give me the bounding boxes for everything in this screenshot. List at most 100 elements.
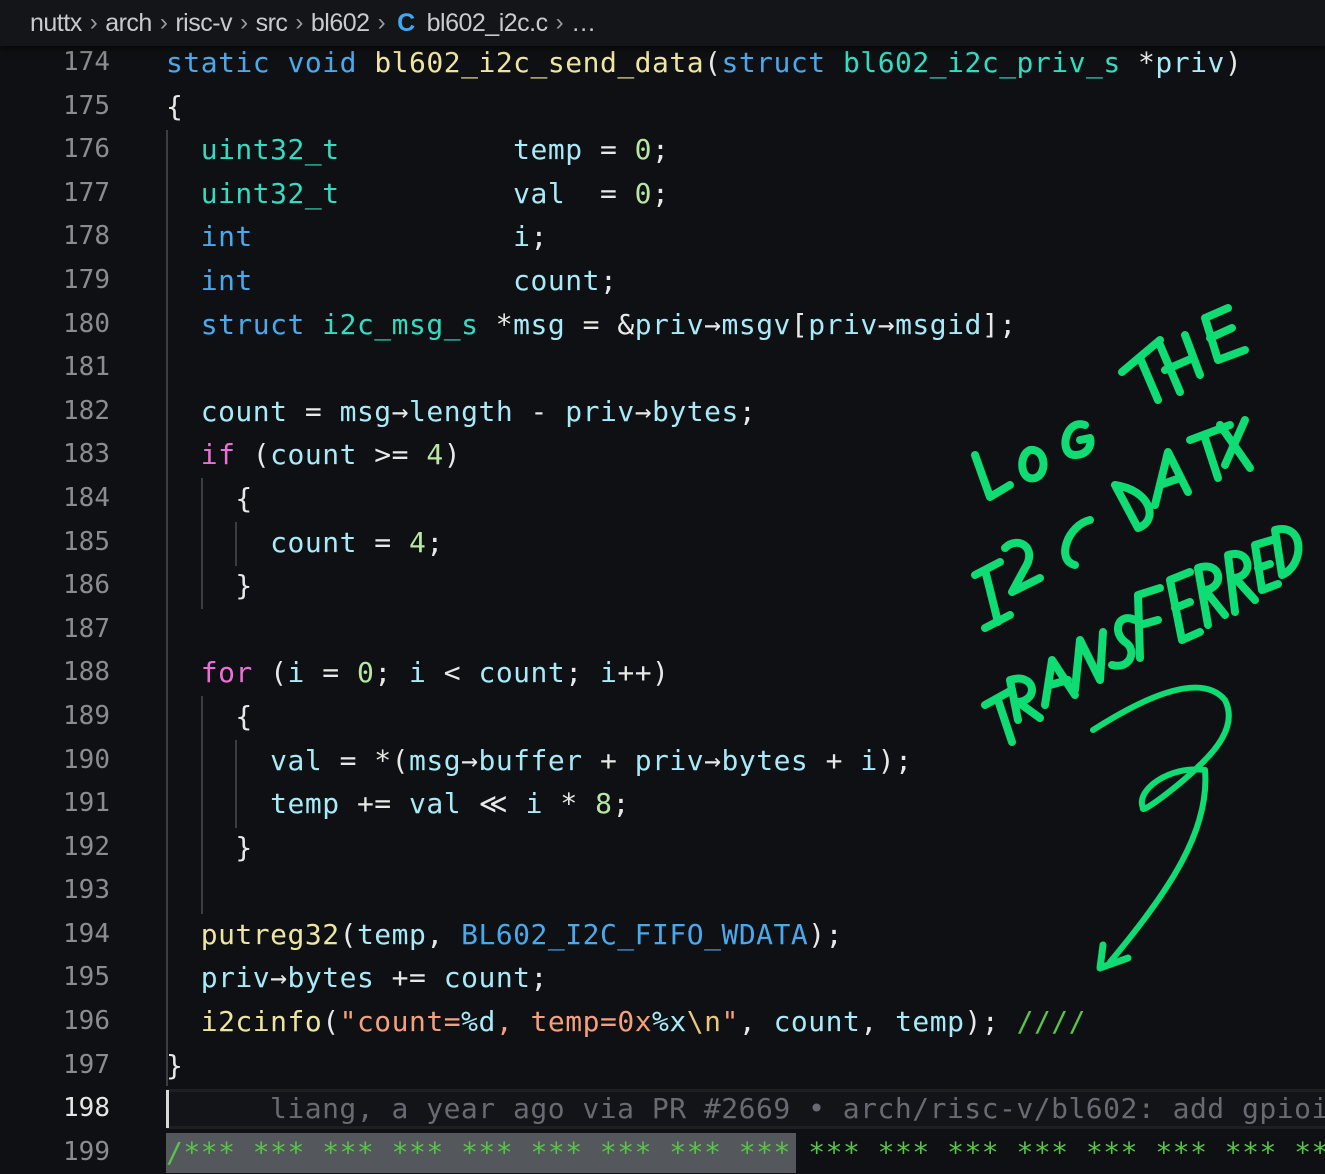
code-token-pun: * [543, 787, 596, 821]
code-line[interactable]: 190 val = *(msg→buffer + priv→bytes + i)… [0, 739, 1325, 783]
breadcrumb-item[interactable]: bl602 [311, 9, 370, 38]
line-number: 182 [63, 395, 110, 426]
code-token-pun: - [513, 394, 566, 428]
code-line[interactable]: 185 count = 4; [0, 521, 1325, 565]
code-token-pun: ( [252, 656, 288, 690]
code-token-pun: ); [964, 1005, 1017, 1039]
code-token-var: val [513, 176, 566, 210]
code-token-pun [166, 961, 201, 994]
code-token-pun [166, 526, 270, 559]
line-number: 176 [63, 134, 110, 165]
line-number: 192 [63, 831, 110, 862]
line-number: 183 [63, 439, 110, 470]
code-line[interactable]: 179 int count; [0, 259, 1325, 303]
code-text: } [166, 1044, 183, 1088]
code-line[interactable]: 196 i2cinfo("count=%d, temp=0x%x\n", cou… [0, 1000, 1325, 1044]
code-text: uint32_t temp = 0; [166, 128, 669, 172]
code-line[interactable]: 181 [0, 346, 1325, 390]
code-token-var: temp [895, 1005, 965, 1039]
indent-guide [201, 478, 203, 609]
code-token-pun: , [860, 1005, 896, 1039]
code-line[interactable]: 176 uint32_t temp = 0; [0, 128, 1325, 172]
chevron-right-icon: › [240, 9, 248, 36]
code-line[interactable]: 178 int i; [0, 215, 1325, 259]
code-token-pun: ( [322, 1005, 340, 1039]
code-token-pun: += [374, 961, 444, 995]
code-line[interactable]: 195 priv→bytes += count; [0, 956, 1325, 1000]
code-token-ty: bl602_i2c_priv_s [842, 46, 1121, 79]
code-token-var: count [478, 656, 566, 690]
breadcrumb-item[interactable]: nuttx [30, 9, 82, 38]
code-line[interactable]: 174 static void bl602_i2c_send_data(struc… [0, 41, 1325, 85]
code-token-pun: ++) [617, 656, 670, 690]
breadcrumb-item[interactable]: arch [105, 9, 152, 38]
code-token-var: count [773, 1005, 861, 1039]
code-token-var: count [443, 961, 531, 995]
code-token-pun: , [738, 1005, 774, 1039]
code-token-pun: >= [356, 438, 427, 472]
code-token-num: 4 [409, 525, 427, 559]
code-token-var: length [409, 394, 514, 428]
code-token-num: 0 [634, 133, 653, 167]
code-line[interactable]: 182 count = msg→length - priv→bytes; [0, 390, 1325, 434]
code-token-pun [166, 656, 201, 689]
code-line[interactable]: 193 [0, 869, 1325, 913]
code-token-var: i [409, 656, 427, 690]
code-token-pun: * [478, 307, 514, 341]
code-line[interactable]: 175 { [0, 85, 1325, 129]
code-token-pun: } [166, 569, 253, 603]
breadcrumb-item[interactable]: risc-v [175, 9, 232, 38]
code-token-pun: → [877, 307, 896, 341]
code-line[interactable]: 177 uint32_t val = 0; [0, 172, 1325, 216]
code-token-pun: ( [235, 438, 271, 472]
indent-guide [235, 522, 237, 566]
chevron-right-icon: › [159, 9, 168, 36]
code-token-ctl: if [200, 438, 236, 472]
code-token-var: temp [356, 917, 427, 951]
code-token-pun: + [808, 743, 861, 777]
code-line[interactable]: 180 struct i2c_msg_s *msg = &priv→msgv[p… [0, 303, 1325, 347]
code-token-pun: = [582, 133, 635, 167]
code-token-var: bytes [287, 961, 375, 995]
code-token-pun: = [356, 525, 410, 559]
breadcrumb-file[interactable]: bl602_i2c.c [427, 9, 548, 38]
line-number: 186 [63, 570, 110, 601]
code-line[interactable]: 184 { [0, 477, 1325, 521]
code-line[interactable]: 198 liang, a year ago via PR #2669 • arch… [0, 1087, 1325, 1131]
git-blame-annotation[interactable]: liang, a year ago via PR #2669 • arch/ri… [270, 1087, 1325, 1131]
code-text: } [166, 826, 253, 870]
code-token-ty: uint32_t [200, 176, 340, 210]
line-number: 184 [63, 482, 110, 513]
code-token-var: i [287, 656, 305, 690]
line-number: 181 [63, 352, 110, 383]
code-text: { [166, 85, 183, 129]
code-token-kw: struct [721, 46, 826, 79]
code-text: if (count >= 4) [166, 433, 461, 477]
code-line[interactable]: 183 if (count >= 4) [0, 433, 1325, 477]
code-line[interactable]: 194 putreg32(temp, BL602_I2C_FIFO_WDATA)… [0, 913, 1325, 957]
code-token-fn: bl602_i2c_send_data [374, 46, 705, 79]
code-token-pun [826, 46, 843, 79]
code-text: static void bl602_i2c_send_data(struct b… [166, 41, 1242, 85]
code-text: val = *(msg→buffer + priv→bytes + i); [166, 739, 912, 783]
code-token-pun [166, 133, 201, 166]
code-token-pun: ; [530, 220, 548, 254]
code-line[interactable]: 186 } [0, 564, 1325, 608]
line-number: 193 [63, 875, 110, 906]
code-token-pun [270, 46, 287, 79]
code-token-pun [253, 220, 513, 253]
code-editor[interactable]: 174 static void bl602_i2c_send_data(struc… [0, 41, 1325, 1174]
code-line[interactable]: 192 } [0, 826, 1325, 870]
code-token-macro: BL602_I2C_FIFO_WDATA [461, 917, 809, 951]
code-token-pun: * [1120, 46, 1156, 79]
code-line[interactable]: 197} [0, 1044, 1325, 1088]
code-line[interactable]: 191 temp += val ≪ i * 8; [0, 782, 1325, 826]
code-line[interactable]: 187 [0, 608, 1325, 652]
code-token-pun: } [166, 1048, 184, 1082]
breadcrumb-item[interactable]: src [256, 9, 288, 38]
code-token-pun [166, 395, 201, 428]
code-line[interactable]: 199 /*** *** *** *** *** *** *** *** *** … [0, 1131, 1325, 1174]
code-line[interactable]: 188 for (i = 0; i < count; i++) [0, 651, 1325, 695]
code-line[interactable]: 189 { [0, 695, 1325, 739]
breadcrumb-symbols-menu[interactable]: … [571, 9, 596, 38]
